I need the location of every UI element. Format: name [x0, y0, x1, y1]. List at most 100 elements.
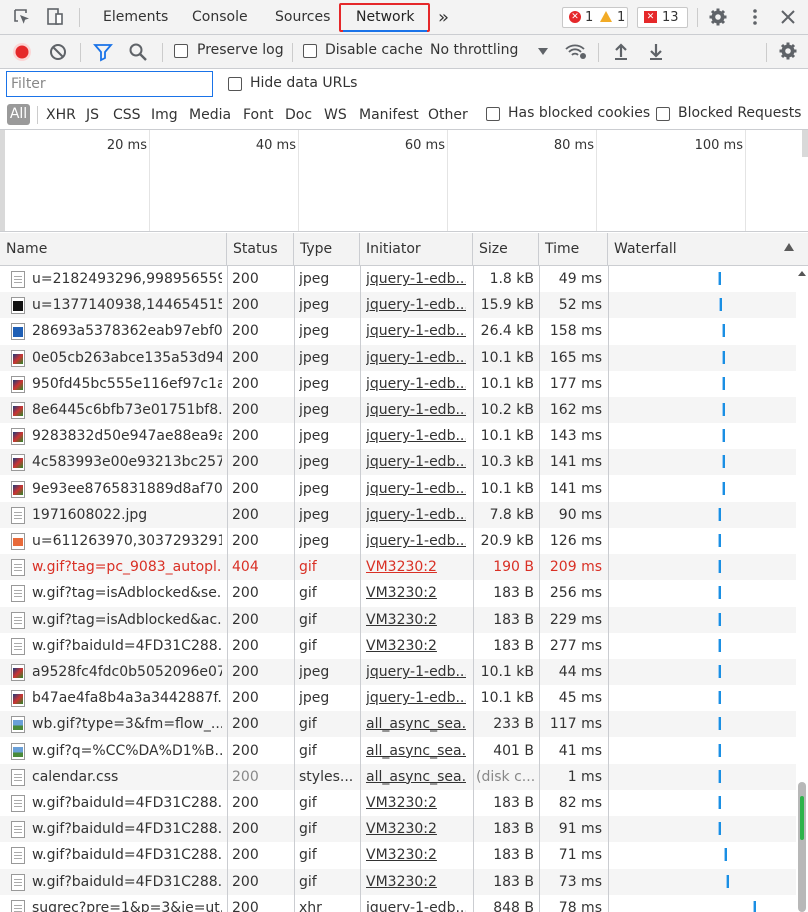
table-row[interactable]: w.gif?q=%CC%DA%D1%B... 200 gif all_async_se… — [0, 738, 796, 764]
throttling-select[interactable]: No throttling — [430, 42, 518, 58]
cell-name[interactable]: 9e93ee8765831889d8af70... — [32, 476, 222, 502]
cell-name[interactable]: a9528fc4fdc0b5052096e07... — [32, 659, 222, 685]
disable-cache-checkbox[interactable] — [303, 44, 317, 58]
vertical-scrollbar[interactable] — [796, 266, 808, 912]
search-icon[interactable] — [128, 42, 148, 62]
waterfall-bar[interactable] — [718, 612, 721, 626]
table-row[interactable]: w.gif?baiduId=4FD31C288... 200 gif VM3230:2… — [0, 842, 796, 868]
column-header-name[interactable]: Name — [0, 233, 227, 266]
console-counts-badge[interactable]: ✕ 1 1 — [562, 7, 628, 28]
network-conditions-icon[interactable] — [564, 41, 588, 61]
record-icon[interactable] — [12, 42, 32, 62]
waterfall-bar[interactable] — [719, 298, 722, 312]
waterfall-bar[interactable] — [718, 560, 721, 574]
cell-name[interactable]: 950fd45bc555e116ef97c1a... — [32, 371, 222, 397]
waterfall-bar[interactable] — [753, 900, 756, 912]
table-row[interactable]: w.gif?baiduId=4FD31C288... 200 gif VM3230:2… — [0, 868, 796, 895]
blocked-requests-checkbox[interactable] — [656, 107, 670, 121]
waterfall-bar[interactable] — [718, 534, 721, 547]
cell-name[interactable]: 28693a5378362eab97ebf0... — [32, 318, 222, 344]
waterfall-bar[interactable] — [718, 691, 721, 705]
cell-initiator[interactable]: jquery-1-edb... — [366, 318, 466, 344]
cell-name[interactable]: u=2182493296,998956559... — [32, 266, 222, 292]
cell-name[interactable]: 4c583993e00e93213bc257... — [32, 449, 222, 475]
scroll-up-arrow-icon[interactable] — [798, 271, 806, 276]
waterfall-bar[interactable] — [718, 638, 721, 652]
overview-left-handle[interactable] — [0, 130, 5, 231]
column-header-initiator[interactable]: Initiator — [360, 233, 473, 266]
network-settings-gear-icon[interactable] — [778, 41, 798, 61]
tab-console[interactable]: Console — [192, 0, 248, 35]
table-row[interactable]: 950fd45bc555e116ef97c1a... 200 jpeg jquery-… — [0, 371, 796, 397]
cell-initiator[interactable]: jquery-1-edb... — [366, 685, 466, 711]
table-row[interactable]: sugrec?pre=1&p=3&ie=ut... 200 xhr jquery-1-… — [0, 895, 796, 912]
waterfall-bar[interactable] — [722, 376, 725, 390]
cell-name[interactable]: w.gif?baiduId=4FD31C288... — [32, 790, 222, 816]
overview-right-handle[interactable] — [802, 130, 808, 157]
cell-name[interactable]: 0e05cb263abce135a53d94... — [32, 345, 222, 371]
cell-initiator[interactable]: jquery-1-edb... — [366, 397, 466, 423]
more-tabs-button[interactable]: » — [438, 0, 449, 35]
waterfall-bar[interactable] — [724, 848, 727, 862]
column-header-type[interactable]: Type — [294, 233, 360, 266]
cell-name[interactable]: w.gif?baiduId=4FD31C288... — [32, 842, 222, 868]
cell-initiator[interactable]: VM3230:2 — [366, 580, 466, 606]
cell-initiator[interactable]: VM3230:2 — [366, 816, 466, 842]
cell-name[interactable]: w.gif?tag=pc_9083_autopl... — [32, 554, 222, 580]
table-row[interactable]: calendar.css 200 styles... all_async_sea...… — [0, 763, 796, 790]
table-row[interactable]: u=1377140938,144654515... 200 jpeg jquery-1… — [0, 292, 796, 319]
filter-input[interactable] — [6, 71, 213, 97]
hide-data-urls-checkbox[interactable] — [228, 77, 242, 91]
type-filter-all[interactable]: All — [7, 104, 30, 125]
filter-icon[interactable] — [93, 42, 113, 62]
cell-name[interactable]: wb.gif?type=3&fm=flow_... — [32, 711, 222, 737]
settings-gear-icon[interactable] — [708, 7, 728, 27]
cell-initiator[interactable]: all_async_sea... — [366, 738, 466, 764]
table-row[interactable]: a9528fc4fdc0b5052096e07... 200 jpeg jquery-… — [0, 659, 796, 685]
waterfall-bar[interactable] — [718, 507, 721, 521]
cell-name[interactable]: u=1377140938,144654515... — [32, 292, 222, 318]
cell-initiator[interactable]: VM3230:2 — [366, 554, 466, 580]
type-filter-xhr[interactable]: XHR — [46, 106, 76, 124]
table-row[interactable]: w.gif?baiduId=4FD31C288... 200 gif VM3230:2… — [0, 816, 796, 843]
waterfall-bar[interactable] — [722, 350, 725, 364]
cell-initiator[interactable]: jquery-1-edb... — [366, 345, 466, 371]
cell-initiator[interactable]: jquery-1-edb... — [366, 449, 466, 475]
cell-name[interactable]: calendar.css — [32, 764, 222, 790]
type-filter-doc[interactable]: Doc — [285, 106, 312, 124]
issues-badge[interactable]: ✕ 13 — [637, 7, 688, 28]
close-icon[interactable] — [778, 7, 798, 27]
type-filter-ws[interactable]: WS — [324, 106, 347, 124]
cell-initiator[interactable]: VM3230:2 — [366, 633, 466, 659]
cell-name[interactable]: 1971608022.jpg — [32, 502, 222, 528]
waterfall-bar[interactable] — [718, 743, 721, 757]
table-row[interactable]: w.gif?baiduId=4FD31C288... 200 gif VM3230:2… — [0, 633, 796, 659]
table-row[interactable]: 9283832d50e947ae88ea9a... 200 jpeg jquery-1… — [0, 423, 796, 449]
waterfall-bar[interactable] — [718, 769, 721, 783]
cell-initiator[interactable]: VM3230:2 — [366, 790, 466, 816]
table-row[interactable]: w.gif?tag=pc_9083_autopl... 404 gif VM3230:… — [0, 554, 796, 581]
cell-name[interactable]: w.gif?baiduId=4FD31C288... — [32, 816, 222, 842]
tab-sources[interactable]: Sources — [275, 0, 330, 35]
cell-initiator[interactable]: all_async_sea... — [366, 764, 466, 790]
table-row[interactable]: 28693a5378362eab97ebf0... 200 jpeg jquery-1… — [0, 318, 796, 344]
cell-name[interactable]: sugrec?pre=1&p=3&ie=ut... — [32, 895, 222, 912]
export-har-icon[interactable] — [646, 41, 666, 61]
more-options-icon[interactable] — [745, 7, 765, 27]
column-header-waterfall[interactable]: Waterfall — [608, 233, 808, 266]
cell-name[interactable]: w.gif?q=%CC%DA%D1%B... — [32, 738, 222, 764]
column-header-status[interactable]: Status — [227, 233, 294, 266]
column-header-time[interactable]: Time — [539, 233, 608, 266]
waterfall-bar[interactable] — [718, 272, 721, 285]
type-filter-media[interactable]: Media — [189, 106, 231, 124]
table-row[interactable]: 9e93ee8765831889d8af70... 200 jpeg jquery-1… — [0, 476, 796, 502]
chevron-down-icon[interactable] — [538, 48, 548, 55]
waterfall-bar[interactable] — [722, 403, 725, 416]
cell-initiator[interactable]: jquery-1-edb... — [366, 528, 466, 554]
table-row[interactable]: u=2182493296,998956559... 200 jpeg jquery-1… — [0, 266, 796, 292]
cell-initiator[interactable]: VM3230:2 — [366, 869, 466, 895]
waterfall-bar[interactable] — [722, 324, 725, 338]
cell-name[interactable]: u=611263970,3037293291... — [32, 528, 222, 554]
cell-initiator[interactable]: jquery-1-edb... — [366, 266, 466, 292]
cell-initiator[interactable]: VM3230:2 — [366, 842, 466, 868]
